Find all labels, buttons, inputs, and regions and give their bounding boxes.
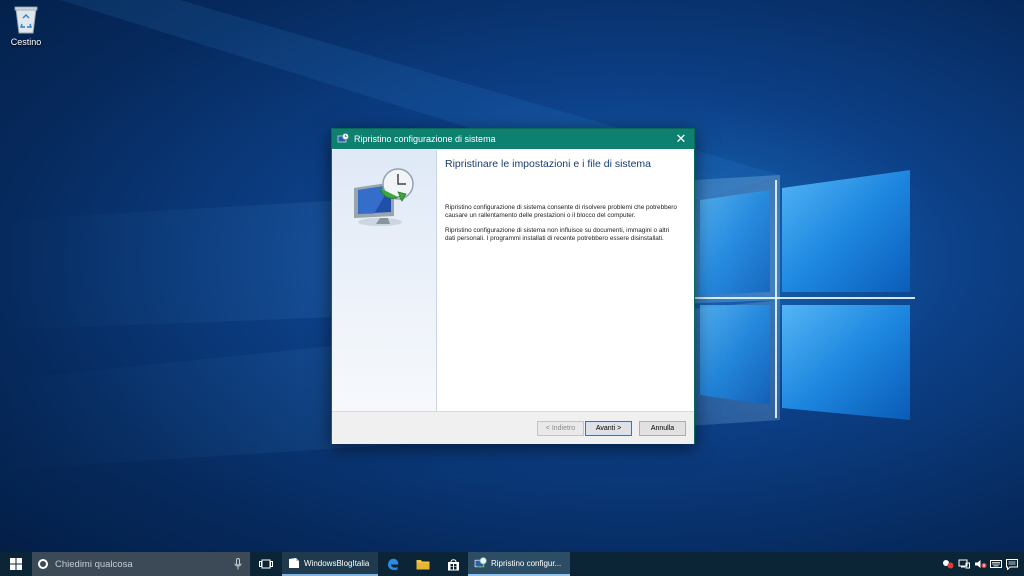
file-explorer-button[interactable] <box>408 552 438 576</box>
back-button[interactable]: < Indietro <box>537 421 584 436</box>
system-tray <box>940 552 1024 576</box>
close-icon[interactable]: ✕ <box>668 129 694 149</box>
recycle-bin-icon <box>14 6 38 34</box>
dialog-heading: Ripristinare le impostazioni e i file di… <box>445 158 651 170</box>
system-restore-dialog: Ripristino configurazione di sistema ✕ R… <box>331 128 695 444</box>
recycle-bin-label: Cestino <box>10 37 42 47</box>
store-button[interactable] <box>438 552 468 576</box>
dialog-paragraph-2: Ripristino configurazione di sistema non… <box>445 226 670 243</box>
recycle-bin-desktop-icon[interactable]: Cestino <box>4 4 48 47</box>
next-button[interactable]: Avanti > <box>585 421 632 436</box>
taskbar-item-label: Ripristino configur... <box>491 558 562 568</box>
task-view-button[interactable] <box>250 552 282 576</box>
windows-logo-icon <box>10 558 22 570</box>
task-view-icon <box>259 559 273 569</box>
keyboard-icon[interactable] <box>989 552 1003 576</box>
dialog-content: Ripristinare le impostazioni e i file di… <box>332 150 694 411</box>
system-restore-icon <box>337 133 349 143</box>
dialog-footer: < Indietro Avanti > Annulla <box>332 411 694 444</box>
microphone-icon[interactable] <box>234 558 242 570</box>
dialog-main-pane: Ripristinare le impostazioni e i file di… <box>437 150 694 411</box>
network-icon[interactable] <box>957 552 971 576</box>
edge-icon <box>388 558 399 570</box>
system-restore-illustration-icon <box>354 168 414 226</box>
taskbar-item-system-restore[interactable]: Ripristino configur... <box>468 552 570 576</box>
system-restore-icon <box>474 556 487 568</box>
taskbar-item-windowsblogitalia[interactable]: WindowsBlogItalia <box>282 552 378 576</box>
taskbar: Chiedimi qualcosa WindowsBlogItalia Ripr… <box>0 552 1024 576</box>
taskbar-item-label: WindowsBlogItalia <box>304 558 370 568</box>
dialog-sidebar <box>332 150 437 411</box>
search-input[interactable]: Chiedimi qualcosa <box>55 559 234 570</box>
cortana-icon <box>38 559 48 569</box>
people-alert-icon[interactable] <box>941 552 955 576</box>
file-explorer-icon <box>416 560 430 570</box>
start-button[interactable] <box>0 552 32 576</box>
cancel-button[interactable]: Annulla <box>639 421 686 436</box>
edge-button[interactable] <box>378 552 408 576</box>
dialog-titlebar[interactable]: Ripristino configurazione di sistema ✕ <box>332 129 694 149</box>
action-center-icon[interactable] <box>1005 552 1019 576</box>
search-box[interactable]: Chiedimi qualcosa <box>32 552 250 576</box>
volume-muted-icon[interactable] <box>973 552 987 576</box>
document-app-icon <box>289 558 299 568</box>
store-icon <box>447 558 459 570</box>
dialog-title: Ripristino configurazione di sistema <box>354 134 496 144</box>
dialog-paragraph-1: Ripristino configurazione di sistema con… <box>445 204 677 220</box>
